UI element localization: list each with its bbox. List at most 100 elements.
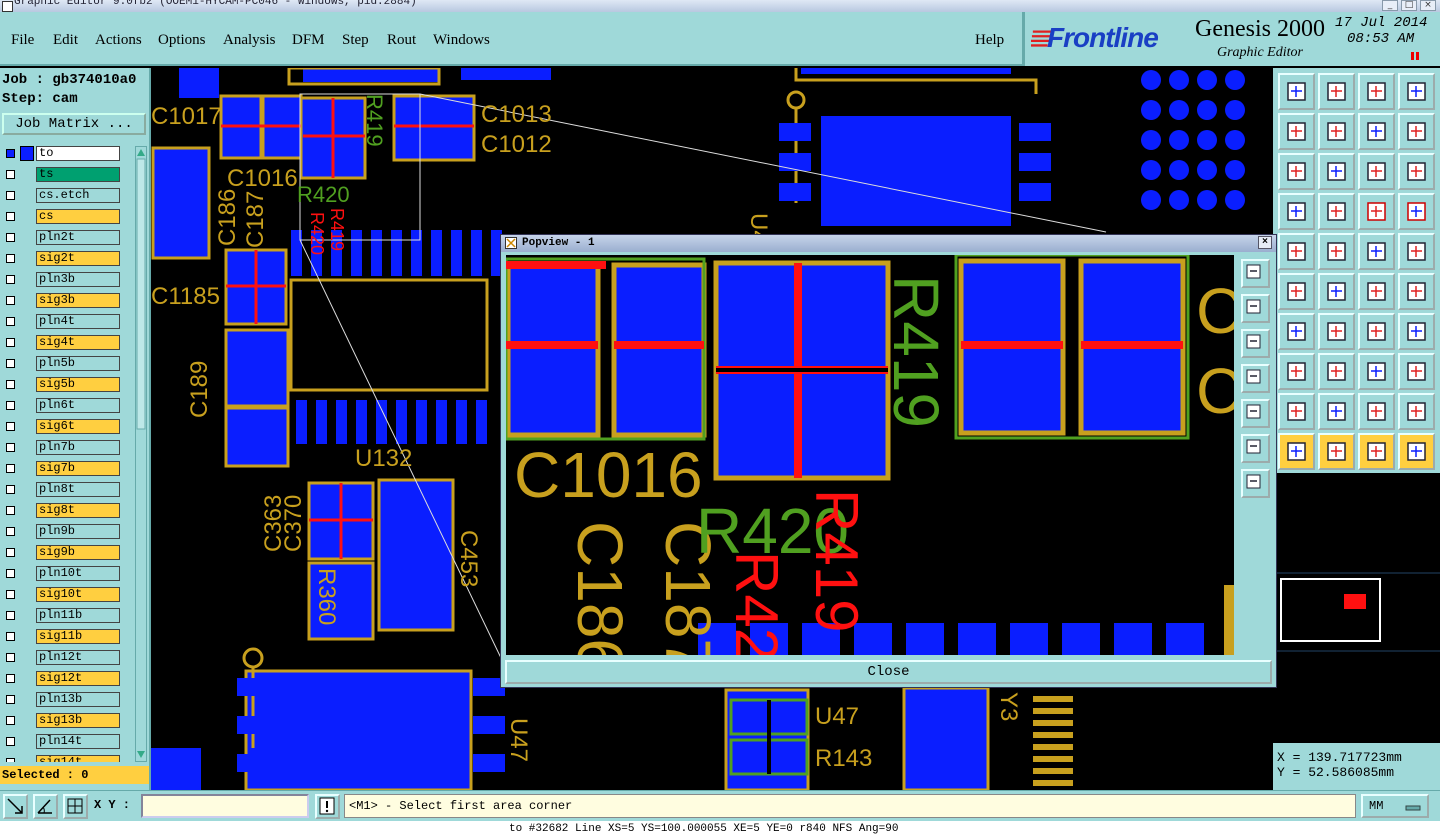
layer-row[interactable]: sig13b [2, 713, 132, 730]
layer-checkbox[interactable] [6, 443, 15, 452]
pan-left-icon[interactable] [1278, 113, 1315, 150]
menu-edit[interactable]: Edit [53, 32, 78, 49]
draw-line-icon[interactable] [1318, 313, 1355, 350]
layer-scrollbar[interactable] [135, 146, 147, 762]
pointer-circle-icon[interactable] [1358, 433, 1395, 470]
close-window-button[interactable]: × [1420, 0, 1436, 11]
layer-name[interactable]: sig5b [36, 377, 120, 392]
layer-row[interactable]: sig14t [2, 755, 132, 762]
layer-checkbox[interactable] [6, 401, 15, 410]
triangle-select-icon[interactable] [1278, 393, 1315, 430]
pop-zoom-back-icon[interactable] [1241, 329, 1270, 358]
layer-name[interactable]: pln7b [36, 440, 120, 455]
layer-name[interactable]: pln14t [36, 734, 120, 749]
layer-name[interactable]: pln8t [36, 482, 120, 497]
layer-name[interactable]: pln9b [36, 524, 120, 539]
layer-row[interactable]: pln8t [2, 482, 132, 499]
layer-row[interactable]: cs [2, 209, 132, 226]
menu-step[interactable]: Step [342, 32, 369, 49]
layer-checkbox[interactable] [6, 758, 15, 762]
add-pad-icon[interactable] [1398, 273, 1435, 310]
layer-name[interactable]: sig8t [36, 503, 120, 518]
grid-icon[interactable] [1318, 193, 1355, 230]
layer-checkbox[interactable] [6, 422, 15, 431]
layer-row[interactable]: sig5b [2, 377, 132, 394]
layer-checkbox[interactable] [6, 632, 15, 641]
layer-name[interactable]: sig6t [36, 419, 120, 434]
layer-row[interactable]: pln9b [2, 524, 132, 541]
menu-dfm[interactable]: DFM [292, 32, 325, 49]
layer-checkbox[interactable] [6, 296, 15, 305]
layer-name[interactable]: sig7b [36, 461, 120, 476]
menu-help[interactable]: Help [975, 32, 1004, 49]
layer-name[interactable]: sig2t [36, 251, 120, 266]
popview-close-button[interactable]: Close [505, 660, 1272, 684]
help-icon[interactable] [1398, 153, 1435, 190]
settings-icon[interactable] [1278, 193, 1315, 230]
layer-row[interactable]: pln10t [2, 566, 132, 583]
connect-icon[interactable] [1278, 273, 1315, 310]
line-icon[interactable] [1318, 353, 1355, 390]
layer-name[interactable]: sig14t [36, 755, 120, 762]
pop-zoom-home-icon[interactable] [1241, 294, 1270, 323]
layer-name[interactable]: sig13b [36, 713, 120, 728]
layer-row[interactable]: sig2t [2, 251, 132, 268]
layer-name[interactable]: cs.etch [36, 188, 120, 203]
layer-name[interactable]: sig12t [36, 671, 120, 686]
layer-checkbox[interactable] [6, 464, 15, 473]
units-select[interactable]: MM [1361, 794, 1429, 818]
pop-pan-right-icon[interactable] [1241, 399, 1270, 428]
layer-checkbox[interactable] [6, 380, 15, 389]
layer-checkbox[interactable] [6, 506, 15, 515]
slope-line-icon[interactable] [1278, 313, 1315, 350]
layer-row[interactable]: pln4t [2, 314, 132, 331]
add-line-icon[interactable] [1358, 273, 1395, 310]
layer-compare-icon[interactable] [1358, 193, 1395, 230]
window-fit-icon[interactable] [1398, 73, 1435, 110]
feature-icon[interactable] [1398, 313, 1435, 350]
layer-checkbox[interactable] [6, 254, 15, 263]
layer-name[interactable]: cs [36, 209, 120, 224]
layer-name[interactable]: pln12t [36, 650, 120, 665]
job-matrix-button[interactable]: Job Matrix ... [2, 113, 146, 135]
menu-file[interactable]: File [11, 32, 34, 49]
overview-viewport[interactable] [1280, 578, 1381, 642]
layer-name[interactable]: pln4t [36, 314, 120, 329]
measure-icon[interactable] [3, 794, 28, 819]
pop-center-icon[interactable] [1241, 469, 1270, 498]
pop-fit-icon[interactable] [1241, 434, 1270, 463]
maximize-button[interactable]: □ [1401, 0, 1417, 11]
layer-name[interactable]: pln2t [36, 230, 120, 245]
layer-name[interactable]: sig3b [36, 293, 120, 308]
triangle-draw-icon[interactable] [1318, 393, 1355, 430]
pop-zoom-in-icon[interactable] [1241, 259, 1270, 288]
layer-checkbox[interactable] [6, 674, 15, 683]
measure-box-icon[interactable] [1358, 353, 1395, 390]
layer-name[interactable]: sig11b [36, 629, 120, 644]
layer-name[interactable]: sig4t [36, 335, 120, 350]
layer-row[interactable]: sig3b [2, 293, 132, 310]
layer-name[interactable]: pln13b [36, 692, 120, 707]
layer-name[interactable]: pln10t [36, 566, 120, 581]
layer-checkbox[interactable] [6, 737, 15, 746]
layer-checkbox[interactable] [6, 275, 15, 284]
layer-checkbox[interactable] [6, 212, 15, 221]
layer-row[interactable]: pln11b [2, 608, 132, 625]
layer-row[interactable]: pln14t [2, 734, 132, 751]
home-icon[interactable] [1358, 73, 1395, 110]
layer-row[interactable]: pln7b [2, 440, 132, 457]
layer-row[interactable]: sig8t [2, 503, 132, 520]
layer-checkbox[interactable] [6, 485, 15, 494]
layer-checkbox[interactable] [6, 191, 15, 200]
layer-name[interactable]: sig9b [36, 545, 120, 560]
angle-icon[interactable] [33, 794, 58, 819]
layer-row[interactable]: pln12t [2, 650, 132, 667]
popview-artwork[interactable]: R419 C1016 C186 C187 R420 R419 R420 C C [506, 255, 1234, 655]
zoom-home-icon[interactable] [1278, 73, 1315, 110]
layer-name[interactable]: sig10t [36, 587, 120, 602]
xy-input[interactable] [141, 794, 309, 818]
triangle-line-icon[interactable] [1398, 393, 1435, 430]
layer-checkbox[interactable] [6, 611, 15, 620]
arc-icon[interactable] [1358, 313, 1395, 350]
pad-anchor-icon[interactable] [1278, 353, 1315, 390]
